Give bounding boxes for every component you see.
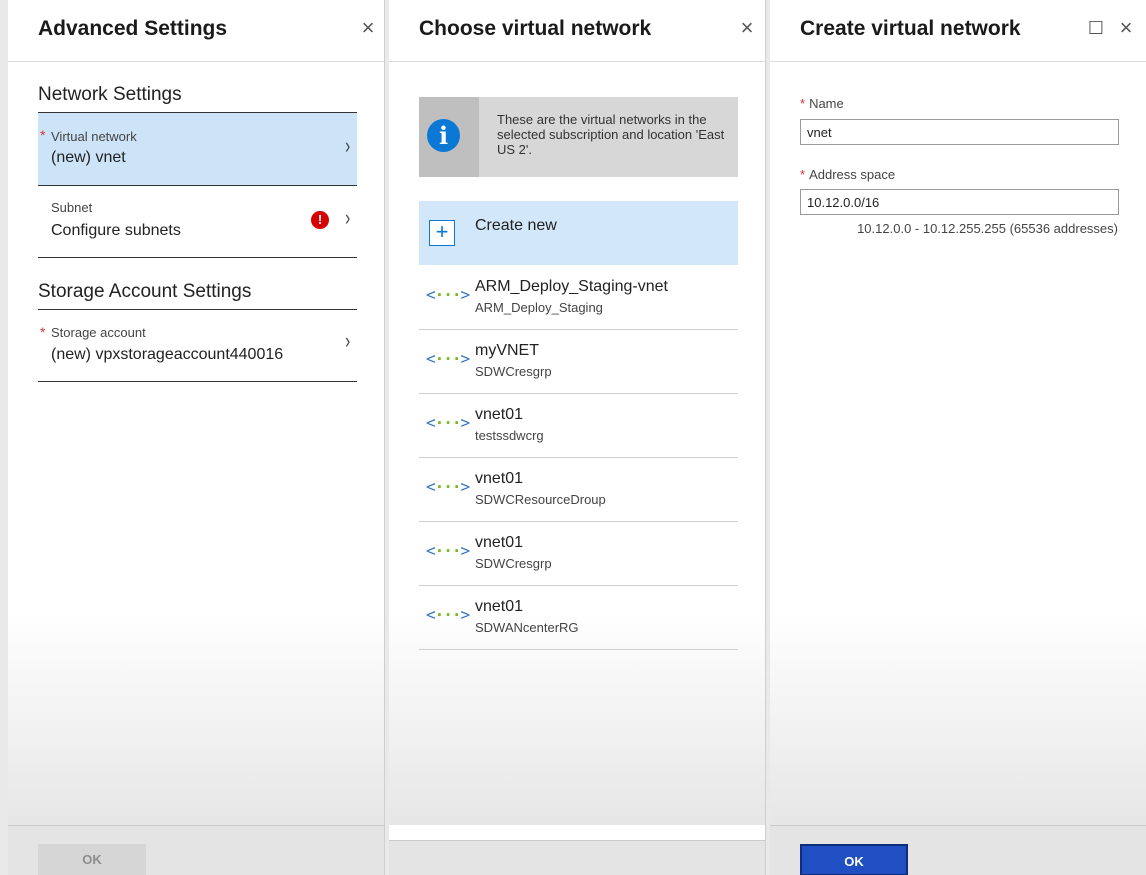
create-new-label: Create new xyxy=(475,217,557,234)
plus-icon: + xyxy=(429,220,455,246)
maximize-icon[interactable]: ☐ xyxy=(1084,14,1108,42)
address-space-field-label: * Address space xyxy=(800,167,895,182)
virtual-network-icon: <···> xyxy=(426,605,470,624)
create-virtual-network-blade: Create virtual network ☐ × * Name vnet * A… xyxy=(770,0,1146,875)
vnet-list-item[interactable]: <···> vnet01 SDWCResourceDroup xyxy=(419,458,738,522)
storage-account-item[interactable]: * Storage account (new) vpxstorageaccoun… xyxy=(38,309,357,382)
vnet-list-item[interactable]: <···> ARM_Deploy_Staging-vnet ARM_Deploy… xyxy=(419,266,738,330)
address-space-input[interactable]: 10.12.0.0/16 xyxy=(800,189,1119,215)
required-marker: * xyxy=(800,96,806,111)
vnet-resource-group: ARM_Deploy_Staging xyxy=(475,300,603,315)
vnet-resource-group: SDWCResourceDroup xyxy=(475,492,606,507)
blade-footer: OK xyxy=(8,825,384,875)
vnet-name: vnet01 xyxy=(475,406,524,423)
vnet-resource-group: SDWANcenterRG xyxy=(475,620,579,635)
vnet-name: myVNET xyxy=(475,342,539,359)
error-icon: ! xyxy=(311,211,329,229)
virtual-network-label: Virtual network xyxy=(51,129,137,144)
chevron-right-icon: › xyxy=(344,205,350,230)
name-input[interactable]: vnet xyxy=(800,119,1119,145)
vnet-list-item[interactable]: <···> vnet01 SDWCresgrp xyxy=(419,522,738,586)
close-icon[interactable]: × xyxy=(356,14,380,42)
blade-header: Advanced Settings × xyxy=(8,0,384,62)
ok-button[interactable]: OK xyxy=(800,844,908,875)
storage-account-label: Storage account xyxy=(51,325,146,340)
subnet-item[interactable]: Subnet Configure subnets ! › xyxy=(38,186,357,258)
virtual-network-value: (new) vnet xyxy=(51,149,126,166)
name-label-text: Name xyxy=(809,96,844,111)
create-new-button[interactable]: + Create new xyxy=(419,201,738,265)
subnet-label: Subnet xyxy=(51,200,93,215)
choose-virtual-network-blade: Choose virtual network × i These are the… xyxy=(389,0,766,875)
ok-button-disabled[interactable]: OK xyxy=(38,844,146,875)
info-text: These are the virtual networks in the se… xyxy=(497,112,725,157)
info-icon: i xyxy=(427,119,460,152)
address-space-label-text: Address space xyxy=(809,167,896,182)
required-marker: * xyxy=(40,127,46,143)
blade-title: Advanced Settings xyxy=(38,17,228,40)
storage-settings-heading: Storage Account Settings xyxy=(38,281,252,302)
blade-title: Choose virtual network xyxy=(419,17,652,40)
address-range-hint: 10.12.0.0 - 10.12.255.255 (65536 address… xyxy=(857,221,1118,236)
advanced-settings-blade: Advanced Settings × Network Settings * V… xyxy=(8,0,385,875)
network-settings-heading: Network Settings xyxy=(38,84,182,105)
virtual-network-icon: <···> xyxy=(426,477,470,496)
virtual-network-item[interactable]: * Virtual network (new) vnet › xyxy=(38,112,357,186)
info-banner: i These are the virtual networks in the … xyxy=(419,97,738,177)
vnet-resource-group: SDWCresgrp xyxy=(475,364,552,379)
blade-footer: OK xyxy=(770,825,1146,875)
blade-header: Choose virtual network × xyxy=(389,0,765,62)
chevron-right-icon: › xyxy=(344,133,350,158)
vnet-resource-group: testssdwcrg xyxy=(475,428,544,443)
storage-account-value: (new) vpxstorageaccount440016 xyxy=(51,346,284,363)
vnet-name: vnet01 xyxy=(475,534,524,551)
required-marker: * xyxy=(40,324,46,340)
vnet-list-item[interactable]: <···> vnet01 testssdwcrg xyxy=(419,394,738,458)
vnet-resource-group: SDWCresgrp xyxy=(475,556,552,571)
chevron-right-icon: › xyxy=(344,328,350,353)
blade-fade xyxy=(8,610,384,825)
blade-title: Create virtual network xyxy=(800,17,1021,40)
close-icon[interactable]: × xyxy=(1114,14,1138,42)
name-field-label: * Name xyxy=(800,96,844,111)
vnet-name: vnet01 xyxy=(475,470,524,487)
blade-header: Create virtual network ☐ × xyxy=(770,0,1146,62)
blade-fade xyxy=(770,610,1146,825)
virtual-network-icon: <···> xyxy=(426,349,470,368)
close-icon[interactable]: × xyxy=(735,14,759,42)
vnet-name: ARM_Deploy_Staging-vnet xyxy=(475,278,668,295)
virtual-network-icon: <···> xyxy=(426,285,470,304)
vnet-name: vnet01 xyxy=(475,598,524,615)
info-icon-container: i xyxy=(419,97,479,177)
vnet-list-item[interactable]: <···> vnet01 SDWANcenterRG xyxy=(419,586,738,650)
blade-footer xyxy=(389,840,765,875)
virtual-network-icon: <···> xyxy=(426,541,470,560)
subnet-value: Configure subnets xyxy=(51,222,181,239)
vnet-list-item[interactable]: <···> myVNET SDWCresgrp xyxy=(419,330,738,394)
required-marker: * xyxy=(800,167,806,182)
virtual-network-icon: <···> xyxy=(426,413,470,432)
